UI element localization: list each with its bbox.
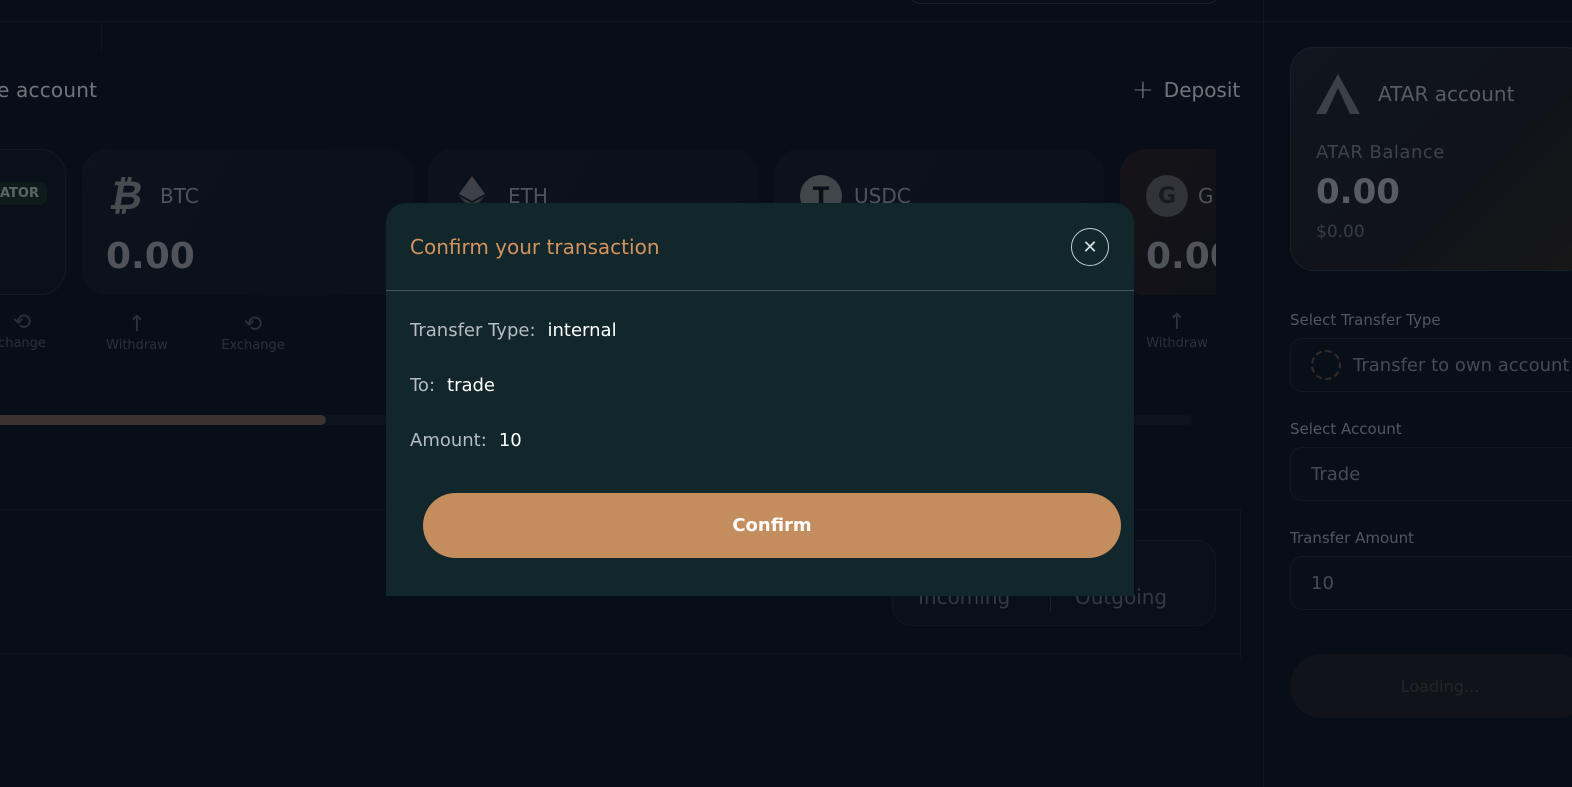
confirm-button[interactable]: Confirm — [423, 493, 1121, 558]
amount-row-label: Amount: — [410, 430, 487, 451]
close-button[interactable]: ✕ — [1071, 228, 1109, 266]
amount-row: Amount: 10 — [410, 430, 522, 451]
transfer-type-row: Transfer Type: internal — [410, 320, 617, 341]
to-row-label: To: — [410, 375, 436, 396]
modal-divider — [386, 290, 1134, 291]
transfer-type-row-value: internal — [547, 320, 617, 341]
transfer-type-row-label: Transfer Type: — [410, 320, 536, 341]
modal-title: Confirm your transaction — [410, 235, 660, 259]
to-row-value: trade — [447, 375, 496, 396]
amount-row-value: 10 — [498, 430, 522, 451]
confirm-transaction-modal: Confirm your transaction ✕ Transfer Type… — [386, 203, 1134, 596]
close-icon: ✕ — [1082, 236, 1098, 258]
to-row: To: trade — [410, 375, 495, 396]
